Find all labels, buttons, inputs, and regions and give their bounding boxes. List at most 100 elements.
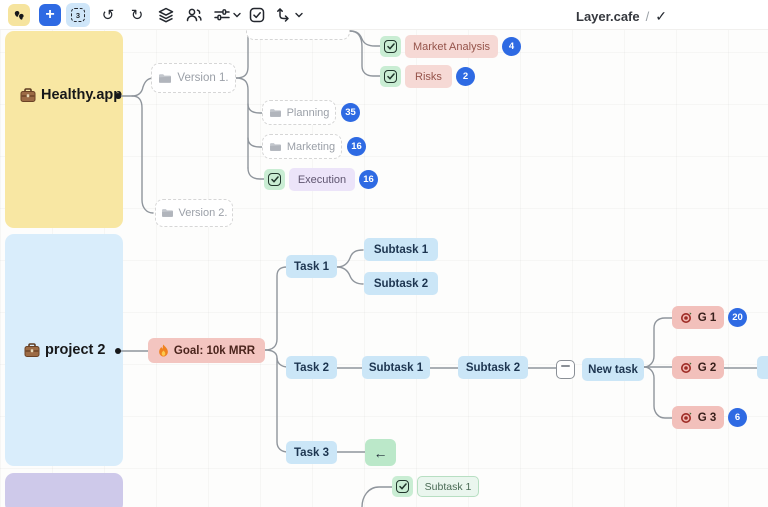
count-badge: 16 — [347, 137, 366, 156]
count-badge: 2 — [456, 67, 475, 86]
collaborators-icon — [185, 6, 203, 24]
node-bottom-subtask-1[interactable]: Subtask 1 — [392, 476, 479, 497]
node-marketing[interactable]: Marketing 16 — [262, 134, 366, 159]
title-separator: / — [646, 9, 650, 24]
collaborators-button[interactable] — [183, 4, 205, 26]
node-version-1[interactable]: Version 1. — [151, 63, 236, 93]
redo-icon: ↻ — [131, 6, 144, 24]
node-g1[interactable]: G 1 20 — [672, 306, 747, 329]
node-label: G 3 — [698, 412, 717, 424]
node-body: G 3 — [672, 406, 724, 429]
node-version-2[interactable]: Version 2. — [155, 199, 233, 227]
count-badge: 20 — [728, 308, 747, 327]
folder-icon — [158, 73, 172, 84]
node-offscreen-right[interactable] — [757, 356, 768, 379]
node-body: G 2 — [672, 356, 724, 379]
node-label: Task 1 — [294, 261, 329, 273]
undo-icon: ↺ — [102, 6, 115, 24]
connector-icon — [275, 6, 293, 24]
node-task-3[interactable]: Task 3 — [286, 441, 337, 464]
node-market-analysis[interactable]: Market Analysis 4 — [380, 35, 521, 58]
node-task-2[interactable]: Task 2 — [286, 356, 337, 379]
count-badge: 16 — [359, 170, 378, 189]
saved-check-icon: ✓ — [655, 8, 667, 25]
undo-button[interactable]: ↺ — [97, 4, 119, 26]
node-label: Goal: 10k MRR — [174, 345, 255, 357]
checkbox-icon[interactable] — [264, 169, 285, 190]
app-logo-icon[interactable] — [8, 4, 30, 26]
add-node-button[interactable]: + — [39, 4, 61, 26]
node-goal[interactable]: Goal: 10k MRR — [148, 338, 265, 363]
target-icon — [680, 411, 693, 424]
node-label: Task 3 — [294, 447, 329, 459]
select-tool-button[interactable]: 3 — [66, 3, 90, 27]
node-task1-subtask-2[interactable]: Subtask 2 — [364, 272, 438, 295]
node-risks[interactable]: Risks 2 — [380, 65, 475, 88]
sliders-icon — [213, 6, 231, 24]
node-label: Version 1. — [177, 72, 228, 84]
document-title[interactable]: Layer.cafe / ✓ — [576, 8, 667, 25]
checkbox-icon — [248, 6, 266, 24]
node-new-task[interactable]: New task — [556, 358, 644, 381]
tasks-button[interactable] — [246, 4, 268, 26]
node-task2-subtask-1[interactable]: Subtask 1 — [362, 356, 430, 379]
node-left-arrow[interactable]: ← — [365, 439, 396, 466]
folder-icon — [161, 208, 174, 218]
node-label: Version 2. — [179, 207, 228, 219]
selection-frame-icon: 3 — [71, 8, 85, 22]
folder-icon — [269, 142, 282, 152]
layers-button[interactable] — [155, 4, 177, 26]
layer-app: Healthy.app project 2 — [0, 0, 768, 507]
target-icon — [680, 361, 693, 374]
target-icon — [680, 311, 693, 324]
chevron-down-icon — [233, 12, 241, 18]
node-label: G 2 — [698, 362, 717, 374]
chevron-down-icon — [295, 12, 303, 18]
node-label: Subtask 1 — [369, 362, 423, 374]
card-icon[interactable] — [556, 360, 575, 379]
node-label: Subtask 2 — [374, 278, 428, 290]
count-badge: 35 — [341, 103, 360, 122]
redo-button[interactable]: ↻ — [126, 4, 148, 26]
node-label: New task — [588, 364, 638, 376]
branch-origin-dot — [115, 93, 121, 99]
node-label: Execution — [289, 168, 355, 191]
count-badge: 6 — [728, 408, 747, 427]
checkbox-icon[interactable] — [392, 476, 413, 497]
node-label: Risks — [405, 65, 452, 88]
selection-count: 3 — [76, 11, 80, 20]
node-task2-subtask-2[interactable]: Subtask 2 — [458, 356, 528, 379]
node-label: Subtask 1 — [417, 476, 479, 497]
checkbox-icon[interactable] — [380, 36, 401, 57]
fire-icon — [158, 344, 169, 357]
node-g2[interactable]: G 2 — [672, 356, 724, 379]
document-name: Layer.cafe — [576, 9, 640, 24]
node-planning[interactable]: Planning 35 — [262, 100, 360, 125]
plus-glyph: + — [45, 7, 54, 23]
node-label: Market Analysis — [405, 35, 498, 58]
node-g3[interactable]: G 3 6 — [672, 406, 747, 429]
node-task-1[interactable]: Task 1 — [286, 255, 337, 278]
node-task1-subtask-1[interactable]: Subtask 1 — [364, 238, 438, 261]
node-label: Task 2 — [294, 362, 329, 374]
node-label: Marketing — [287, 141, 335, 153]
node-label: Subtask 1 — [374, 244, 428, 256]
node-label-wrap: New task — [582, 358, 644, 381]
view-options-button[interactable] — [210, 4, 244, 26]
node-label: Subtask 2 — [466, 362, 520, 374]
node-body: G 1 — [672, 306, 724, 329]
left-arrow-glyph: ← — [374, 445, 388, 461]
toolbar: + 3 ↺ ↻ Layer.cafe / ✓ — [0, 0, 768, 30]
node-label: Planning — [287, 107, 330, 119]
connector-style-button[interactable] — [272, 4, 306, 26]
layers-icon — [157, 6, 175, 24]
count-badge: 4 — [502, 37, 521, 56]
node-body: Planning — [262, 100, 336, 125]
node-label: G 1 — [698, 312, 717, 324]
mindmap-canvas[interactable]: Healthy.app project 2 — [0, 0, 768, 507]
branch-origin-dot — [115, 348, 121, 354]
checkbox-icon[interactable] — [380, 66, 401, 87]
node-body: Marketing — [262, 134, 342, 159]
folder-icon — [269, 108, 282, 118]
node-execution[interactable]: Execution 16 — [264, 168, 378, 191]
